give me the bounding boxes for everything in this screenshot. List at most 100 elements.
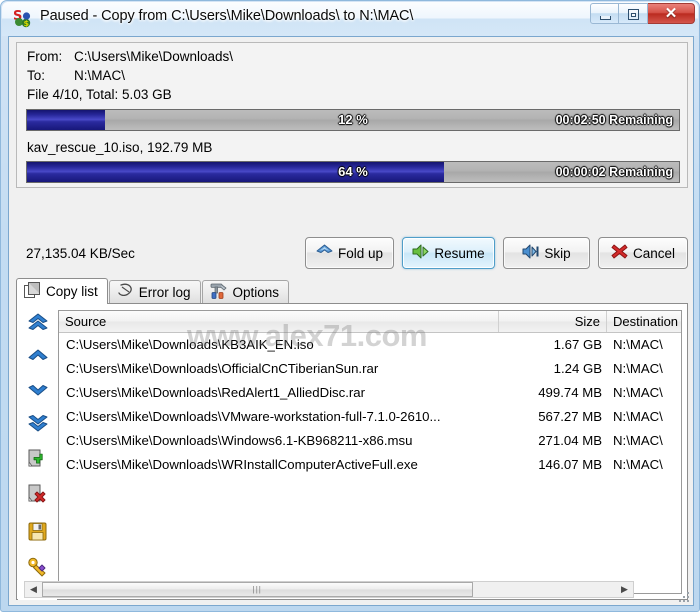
cell-size: 1.24 GB xyxy=(553,361,602,376)
table-row[interactable]: C:\Users\Mike\Downloads\OfficialCnCTiber… xyxy=(59,357,681,381)
tab-copy-list[interactable]: Copy list xyxy=(16,278,108,304)
current-progress-remaining: 00:00:02 Remaining xyxy=(555,165,673,179)
settings-button[interactable] xyxy=(22,552,53,580)
double-chevron-up-icon xyxy=(28,313,47,330)
fold-up-icon xyxy=(316,244,333,262)
cell-destination: N:\MAC\ xyxy=(613,409,663,424)
title-bar[interactable]: S $ Paused - Copy from C:\Users\Mike\Dow… xyxy=(1,1,700,35)
copy-list-view[interactable]: Source Size Destination C:\Users\Mike\Do… xyxy=(58,310,682,594)
tab-error-log-label: Error log xyxy=(138,285,191,300)
double-chevron-down-icon xyxy=(28,415,47,432)
current-file-label: kav_rescue_10.iso, 192.79 MB xyxy=(27,140,213,155)
current-file-progress-bar: 64 % 00:00:02 Remaining xyxy=(26,161,680,183)
skip-icon xyxy=(522,244,539,262)
floppy-save-icon xyxy=(28,522,46,540)
minimize-icon xyxy=(600,16,611,20)
total-progress-text: File 4/10, Total: 5.03 GB xyxy=(27,87,172,102)
overall-progress-remaining: 00:02:50 Remaining xyxy=(555,113,673,127)
cell-size: 499.74 MB xyxy=(538,385,602,400)
cell-destination: N:\MAC\ xyxy=(613,433,663,448)
cell-destination: N:\MAC\ xyxy=(613,337,663,352)
cell-destination: N:\MAC\ xyxy=(613,385,663,400)
cancel-label: Cancel xyxy=(632,245,676,261)
table-row[interactable]: C:\Users\Mike\Downloads\VMware-workstati… xyxy=(59,405,681,429)
cell-source: C:\Users\Mike\Downloads\OfficialCnCTiber… xyxy=(66,361,379,376)
file-remove-icon xyxy=(28,484,45,502)
resume-label: Resume xyxy=(434,245,485,261)
cell-destination: N:\MAC\ xyxy=(613,361,663,376)
copy-list-icon xyxy=(24,282,41,301)
cell-size: 1.67 GB xyxy=(553,337,602,352)
tab-options[interactable]: Options xyxy=(201,280,290,304)
skip-button[interactable]: Skip xyxy=(503,237,590,269)
tab-error-log[interactable]: Error log xyxy=(108,280,201,304)
scroll-left-arrow-icon[interactable]: ◀ xyxy=(25,582,42,597)
to-value: N:\MAC\ xyxy=(74,68,126,83)
copy-list-panel: Source Size Destination C:\Users\Mike\Do… xyxy=(16,303,688,600)
from-label: From: xyxy=(27,49,63,64)
column-header-source[interactable]: Source xyxy=(59,311,499,332)
move-up-button[interactable] xyxy=(22,342,53,370)
scrollbar-grip-icon: ||| xyxy=(252,585,262,594)
window-title: Paused - Copy from C:\Users\Mike\Downloa… xyxy=(40,8,414,24)
resume-icon xyxy=(412,244,429,262)
table-row[interactable]: C:\Users\Mike\Downloads\Windows6.1-KB968… xyxy=(59,429,681,453)
scroll-right-arrow-icon[interactable]: ▶ xyxy=(616,582,633,597)
cell-destination: N:\MAC\ xyxy=(613,457,663,472)
list-toolbar xyxy=(18,305,57,600)
chevron-up-icon xyxy=(28,349,47,360)
key-wrench-icon xyxy=(27,557,45,576)
tab-options-label: Options xyxy=(232,285,280,300)
transfer-speed: 27,135.04 KB/Sec xyxy=(26,246,135,261)
scrollbar-thumb[interactable]: ||| xyxy=(42,582,473,597)
cancel-button[interactable]: Cancel xyxy=(598,237,688,269)
restore-icon xyxy=(628,9,639,20)
cell-size: 271.04 MB xyxy=(538,433,602,448)
column-header-destination[interactable]: Destination xyxy=(607,311,681,332)
list-header-row: Source Size Destination xyxy=(59,311,681,333)
scrollbar-track[interactable]: ||| xyxy=(42,582,616,597)
cell-source: C:\Users\Mike\Downloads\KB3AIK_EN.iso xyxy=(66,337,314,352)
supercopier-icon: S $ xyxy=(13,9,33,28)
tab-bar: Copy list Error log Options xyxy=(16,278,290,304)
overall-progress-bar: 12 % 00:02:50 Remaining xyxy=(26,109,680,131)
move-down-button[interactable] xyxy=(22,375,53,403)
horizontal-scrollbar[interactable]: ◀ ||| ▶ xyxy=(24,581,634,598)
tab-copy-list-label: Copy list xyxy=(46,284,98,299)
column-header-size[interactable]: Size xyxy=(499,311,607,332)
remove-file-button[interactable] xyxy=(22,480,53,508)
window-controls: ✕ xyxy=(590,3,695,25)
list-rows: C:\Users\Mike\Downloads\KB3AIK_EN.iso 1.6… xyxy=(59,333,681,477)
client-area: From: C:\Users\Mike\Downloads\ To: N:\MA… xyxy=(8,36,694,606)
cancel-icon xyxy=(611,244,628,262)
error-log-icon xyxy=(117,283,134,302)
file-add-icon xyxy=(28,449,43,466)
fold-up-label: Fold up xyxy=(337,245,384,261)
save-list-button[interactable] xyxy=(22,517,53,545)
move-to-top-button[interactable] xyxy=(22,309,53,337)
fold-up-button[interactable]: Fold up xyxy=(305,237,394,269)
resize-grip[interactable] xyxy=(677,590,690,603)
transfer-info-panel: From: C:\Users\Mike\Downloads\ To: N:\MA… xyxy=(16,42,688,188)
options-icon xyxy=(210,283,228,302)
restore-button[interactable] xyxy=(619,3,648,24)
move-to-bottom-button[interactable] xyxy=(22,408,53,436)
resume-button[interactable]: Resume xyxy=(402,237,495,269)
minimize-button[interactable] xyxy=(590,3,619,24)
table-row[interactable]: C:\Users\Mike\Downloads\KB3AIK_EN.iso 1.6… xyxy=(59,333,681,357)
cell-source: C:\Users\Mike\Downloads\WRInstallCompute… xyxy=(66,457,418,472)
cell-source: C:\Users\Mike\Downloads\VMware-workstati… xyxy=(66,409,441,424)
to-label: To: xyxy=(27,68,46,83)
chevron-down-icon xyxy=(28,385,47,396)
close-button[interactable]: ✕ xyxy=(648,3,695,24)
skip-label: Skip xyxy=(544,245,571,261)
application-window: S $ Paused - Copy from C:\Users\Mike\Dow… xyxy=(0,0,700,612)
svg-text:$: $ xyxy=(24,19,30,28)
table-row[interactable]: C:\Users\Mike\Downloads\RedAlert1_Allied… xyxy=(59,381,681,405)
cell-source: C:\Users\Mike\Downloads\RedAlert1_Allied… xyxy=(66,385,366,400)
from-value: C:\Users\Mike\Downloads\ xyxy=(74,49,234,64)
cell-size: 146.07 MB xyxy=(538,457,602,472)
cell-size: 567.27 MB xyxy=(538,409,602,424)
table-row[interactable]: C:\Users\Mike\Downloads\WRInstallCompute… xyxy=(59,453,681,477)
add-file-button[interactable] xyxy=(22,445,53,473)
